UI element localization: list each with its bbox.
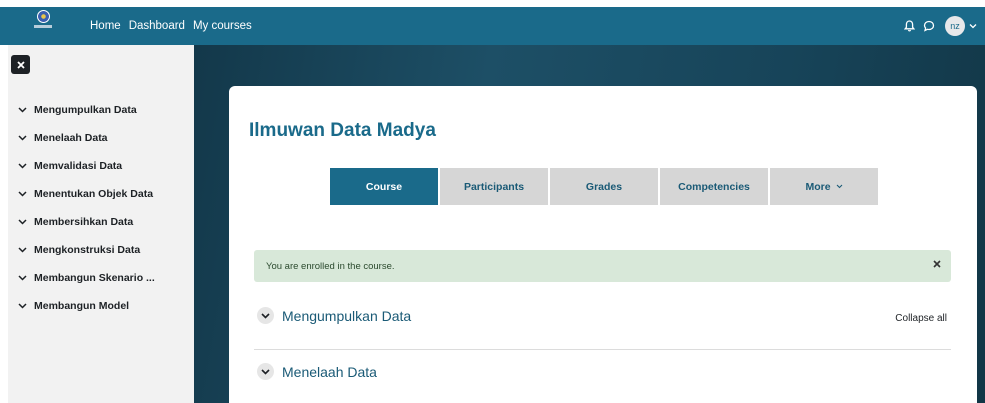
course-index-item-label: Menentukan Objek Data [34,188,154,200]
user-avatar[interactable]: nz [945,16,965,36]
course-index-item-label: Membersihkan Data [34,216,134,228]
course-index-item[interactable]: Membangun Model [18,292,188,320]
chevron-down-icon [18,247,28,253]
course-section: Mengumpulkan Data [257,307,411,324]
site-logo[interactable] [33,10,53,40]
navbar: Home Dashboard My courses nz [0,7,985,45]
chat-icon[interactable] [921,18,937,34]
course-index-item[interactable]: Mengumpulkan Data [18,96,188,124]
nav-link-home[interactable]: Home [90,20,121,32]
alert-close-icon[interactable] [933,259,941,271]
chevron-down-icon [18,107,28,113]
page-title: Ilmuwan Data Madya [249,120,436,141]
chevron-down-icon [836,184,842,189]
chevron-down-icon [18,135,28,141]
tab-course[interactable]: Course [330,168,438,205]
course-index-drawer: Mengumpulkan Data Menelaah Data Memvalid… [8,45,194,403]
close-icon [16,60,25,69]
course-index-item[interactable]: Membangun Skenario ... [18,264,188,292]
chevron-down-icon [18,191,28,197]
tab-more[interactable]: More [770,168,878,205]
course-index-item-label: Mengkonstruksi Data [34,244,141,256]
course-index-item[interactable]: Menentukan Objek Data [18,180,188,208]
chevron-down-icon [18,303,28,309]
logo-seal-icon [36,10,50,23]
close-drawer-button[interactable] [11,55,30,74]
course-index-item[interactable]: Memvalidasi Data [18,152,188,180]
primary-navigation: Home Dashboard My courses [90,7,260,45]
course-index-item-label: Membangun Model [34,300,130,312]
tab-grades[interactable]: Grades [550,168,658,205]
course-section: Menelaah Data [257,363,377,380]
course-tabs: Course Participants Grades Competencies … [330,168,880,205]
user-navigation: nz [897,7,977,45]
section-title[interactable]: Menelaah Data [282,364,377,380]
user-menu-chevron-down-icon[interactable] [969,21,977,31]
course-index-item[interactable]: Menelaah Data [18,124,188,152]
section-divider [254,349,951,350]
logo-text-bar [34,25,52,28]
chevron-down-icon [18,219,28,225]
bell-icon[interactable] [901,18,917,34]
tab-more-label: More [805,180,831,193]
course-index-list: Mengumpulkan Data Menelaah Data Memvalid… [18,96,188,320]
main-content-card: Ilmuwan Data Madya Course Participants G… [229,86,977,403]
course-index-item[interactable]: Mengkonstruksi Data [18,236,188,264]
tab-participants[interactable]: Participants [440,168,548,205]
course-index-item-label: Menelaah Data [34,132,108,144]
section-toggle-chevron-down-icon[interactable] [257,307,274,324]
chevron-down-icon [18,275,28,281]
nav-link-dashboard[interactable]: Dashboard [129,20,185,32]
tab-competencies[interactable]: Competencies [660,168,768,205]
enrolled-alert: You are enrolled in the course. [254,250,951,282]
collapse-all-link[interactable]: Collapse all [895,313,947,324]
section-toggle-chevron-down-icon[interactable] [257,363,274,380]
course-index-item-label: Memvalidasi Data [34,160,123,172]
nav-link-my-courses[interactable]: My courses [193,20,252,32]
course-index-item-label: Membangun Skenario ... [34,272,155,284]
section-title[interactable]: Mengumpulkan Data [282,308,411,324]
course-index-item[interactable]: Membersihkan Data [18,208,188,236]
chevron-down-icon [18,163,28,169]
top-strip [0,0,985,7]
alert-message: You are enrolled in the course. [266,260,395,272]
course-index-item-label: Mengumpulkan Data [34,104,137,116]
